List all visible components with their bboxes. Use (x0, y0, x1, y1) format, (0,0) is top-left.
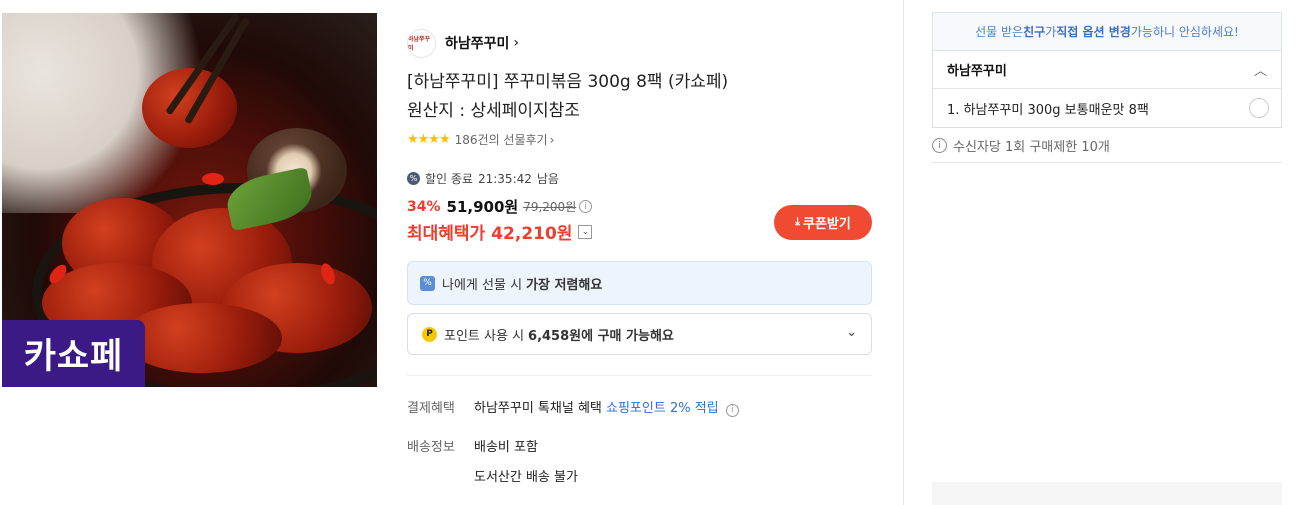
brand-name[interactable]: 하남쭈꾸미 (445, 33, 509, 53)
download-icon: ⤓ (795, 216, 801, 228)
info-icon[interactable]: i (579, 200, 593, 213)
product-title: [하남쭈꾸미] 쭈꾸미볶음 300g 8팩 (카쇼페) (407, 72, 729, 92)
discount-rate: 34% (407, 198, 441, 215)
max-benefit-price: 42,210원 (491, 224, 573, 244)
purchase-limit: i 수신자당 1회 구매제한 10개 (932, 136, 1110, 155)
review-count: 186건의 선물후기 (454, 133, 548, 147)
notice-bold: 직접 옵션 변경 (1056, 25, 1131, 39)
shipping-row-2: 도서산간 배송 불가 (407, 466, 578, 485)
option-radio[interactable] (1249, 98, 1269, 118)
discount-timer: % 할인 종료 21:35:42 남음 (407, 170, 559, 187)
coupon-button[interactable]: ⤓ 쿠폰받기 (774, 205, 872, 240)
divider (407, 375, 872, 376)
divider (932, 162, 1282, 163)
points-bold: 6,458원에 구매 가능해요 (528, 328, 674, 344)
timer-suffix: 남음 (536, 172, 559, 186)
chevron-right-icon: › (549, 132, 555, 147)
info-icon: i (932, 138, 947, 153)
points-dropdown[interactable]: P 포인트 사용 시 6,458원에 구매 가능해요 ⌄ (407, 313, 872, 355)
chevron-down-icon[interactable]: ⌄ (578, 224, 593, 239)
option-group-name: 하남쭈꾸미 (947, 64, 1007, 79)
red-pepper (202, 173, 224, 185)
chevron-down-icon: ⌄ (846, 325, 857, 340)
option-item[interactable]: 1. 하남쭈꾸미 300g 보통매운맛 8팩 (933, 89, 1281, 127)
payment-benefit-label: 결제혜택 (407, 401, 455, 417)
info-icon[interactable]: i (725, 403, 739, 417)
payment-benefit-value: 하남쭈꾸미 톡채널 혜택 쇼핑포인트 2% 적립 i (474, 397, 739, 417)
shipping-label: 배송정보 (407, 440, 455, 455)
shipping-line-1: 배송비 포함 (474, 440, 538, 455)
sale-price: 51,900원 (446, 198, 519, 216)
purchase-limit-text: 수신자당 1회 구매제한 10개 (953, 140, 1110, 155)
points-text: 포인트 사용 시 (444, 328, 525, 344)
timer-label: 할인 종료 (425, 172, 473, 186)
product-origin: 원산지 : 상세페이지참조 (407, 101, 580, 121)
gift-self-banner: % 나에게 선물 시 가장 저렴해요 (407, 261, 872, 305)
chevron-right-icon: › (513, 35, 520, 51)
kashope-badge: 카쇼페 (2, 320, 145, 387)
option-group-header[interactable]: 하남쭈꾸미 ︿ (933, 51, 1281, 89)
gift-banner-text: 나에게 선물 시 (442, 277, 523, 293)
brand-link[interactable]: 하남쭈꾸미 하남쭈꾸미 › (407, 28, 519, 58)
price-row: 34% 51,900원 79,200원 i (407, 196, 593, 217)
product-image[interactable]: 카쇼페 (2, 13, 377, 387)
tag-icon: % (420, 275, 435, 291)
review-link[interactable]: ★★★★ 186건의 선물후기 › (407, 131, 554, 148)
chevron-up-icon: ︿ (1253, 64, 1267, 79)
badge-text: 카쇼페 (23, 337, 124, 377)
octopus-piece (122, 303, 282, 373)
original-price: 79,200원 (523, 200, 577, 214)
brand-logo-text: 하남쭈꾸미 (408, 36, 431, 52)
shipping-row: 배송정보 배송비 포함 (407, 436, 538, 455)
option-item-label: 1. 하남쭈꾸미 300g 보통매운맛 8팩 (947, 102, 1149, 118)
payment-benefit-prefix: 하남쭈꾸미 톡채널 혜택 (474, 401, 602, 416)
max-benefit-label: 최대혜택가 (407, 224, 486, 244)
option-change-notice: 선물 받은 친구 가 직접 옵션 변경 가능하니 안심하세요! (932, 12, 1282, 51)
shipping-line-2: 도서산간 배송 불가 (474, 470, 578, 485)
payment-benefit-row: 결제혜택 하남쭈꾸미 톡채널 혜택 쇼핑포인트 2% 적립 i (407, 397, 739, 417)
timer-icon: % (407, 172, 420, 185)
brand-logo: 하남쭈꾸미 (407, 28, 436, 58)
star-rating-icon: ★★★★ (407, 132, 451, 147)
shopping-point-link[interactable]: 쇼핑포인트 2% 적립 (606, 401, 719, 416)
gift-banner-bold: 가장 저렴해요 (526, 277, 603, 293)
max-benefit-row: 최대혜택가 42,210원 ⌄ (407, 219, 593, 244)
bottom-panel (932, 482, 1282, 505)
option-selector: 하남쭈꾸미 ︿ 1. 하남쭈꾸미 300g 보통매운맛 8팩 (932, 51, 1282, 128)
notice-text: 가 (1045, 25, 1057, 39)
notice-text: 가능하니 안심하세요! (1130, 25, 1239, 39)
notice-bold: 친구 (1023, 25, 1046, 39)
timer-time: 21:35:42 (477, 171, 532, 186)
point-icon: P (422, 326, 437, 342)
column-divider (903, 0, 904, 505)
coupon-button-label: 쿠폰받기 (803, 216, 851, 231)
notice-text: 선물 받은 (975, 25, 1024, 39)
